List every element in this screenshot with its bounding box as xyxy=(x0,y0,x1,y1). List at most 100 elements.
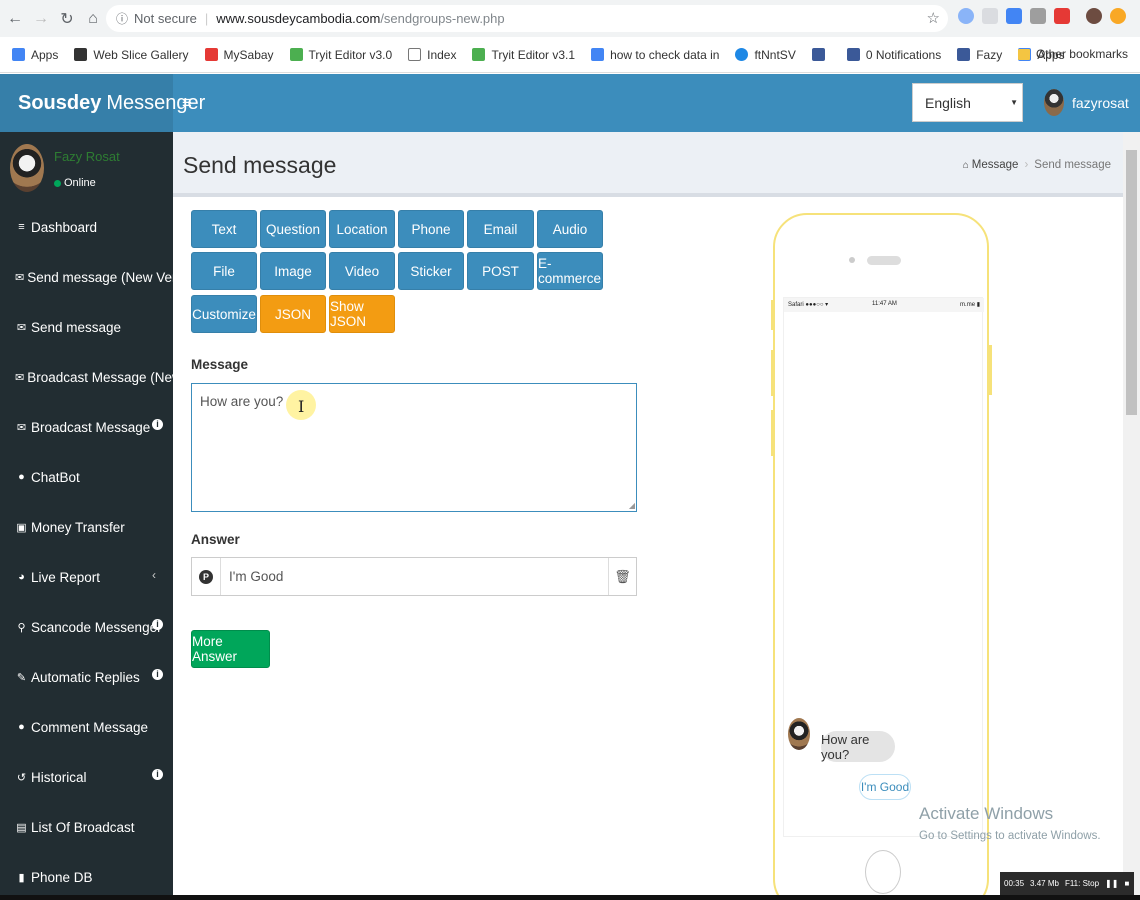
stop-icon[interactable]: ■ xyxy=(1124,879,1129,888)
envelope-icon: ✉ xyxy=(16,321,27,334)
sidebar-item-label: Automatic Replies xyxy=(31,669,140,685)
sidebar-item-list-of-broadcast[interactable]: ▤ List Of Broadcast xyxy=(0,802,173,852)
sidebar-item-broadcast[interactable]: ✉ Broadcast Message i xyxy=(0,402,173,452)
sidebar-item-scancode[interactable]: ⚲ Scancode Messenger i xyxy=(0,602,173,652)
sidebar-item-label: Dashboard xyxy=(31,219,98,235)
sidebar-item-send-message[interactable]: ✉ Send message xyxy=(0,302,173,352)
sidebar-item-label: Historical xyxy=(31,769,87,785)
bookmark-item[interactable]: Tryit Editor v3.1 xyxy=(472,48,575,62)
resize-grip-icon[interactable]: ◢ xyxy=(629,501,635,510)
update-icon[interactable] xyxy=(1110,8,1126,24)
type-button-video[interactable]: Video xyxy=(329,252,395,290)
message-textarea[interactable]: How are you? ◢ xyxy=(191,383,637,512)
sidebar-item-broadcast-new[interactable]: ✉Broadcast Message (New Vers xyxy=(0,352,173,402)
type-button-question[interactable]: Question xyxy=(260,210,326,248)
bookmark-label: ftNntSV xyxy=(754,47,796,62)
sidebar-item-automatic-replies[interactable]: ✎ Automatic Replies i xyxy=(0,652,173,702)
sidebar-item-money-transfer[interactable]: ▣ Money Transfer xyxy=(0,502,173,552)
address-bar[interactable]: ⓘ Not secure | www.sousdeycambodia.com /… xyxy=(106,5,948,32)
show-json-button[interactable]: Show JSON xyxy=(329,295,395,333)
list-icon: ▤ xyxy=(16,821,27,834)
avatar xyxy=(10,144,44,192)
phone-home-button xyxy=(865,850,901,894)
bookmark-star-icon[interactable]: ☆ xyxy=(927,9,940,27)
profile-avatar[interactable] xyxy=(1086,8,1102,24)
answer-input-group: P I'm Good 🗑 xyxy=(191,557,637,596)
sidebar-item-label: Broadcast Message (New Vers xyxy=(27,369,173,385)
bookmark-item[interactable] xyxy=(811,48,831,61)
reload-icon[interactable]: ↻ xyxy=(56,8,78,30)
quick-reply-button[interactable]: I'm Good xyxy=(859,774,911,800)
type-button-json[interactable]: JSON xyxy=(260,295,326,333)
app-logo[interactable]: Sousdey Messenger xyxy=(0,74,205,132)
message-label: Message xyxy=(191,357,249,372)
web-slice-icon xyxy=(74,48,88,61)
extension-icon[interactable] xyxy=(1030,8,1046,24)
pause-icon[interactable]: ❚❚ xyxy=(1105,879,1118,888)
info-icon[interactable]: ⓘ xyxy=(116,10,128,27)
taskbar-edge xyxy=(0,895,1140,900)
info-icon: i xyxy=(152,769,163,780)
phone-side-button xyxy=(771,350,774,396)
sidebar-item-dashboard[interactable]: ≡ Dashboard xyxy=(0,202,173,252)
recorder-time: 00:35 xyxy=(1004,879,1025,888)
type-button-ecommerce[interactable]: E-commerce xyxy=(537,252,603,290)
user-menu[interactable]: fazyrosat xyxy=(1044,89,1129,116)
type-button-customize[interactable]: Customize xyxy=(191,295,257,333)
other-bookmarks[interactable]: Other bookmarks xyxy=(1017,47,1128,61)
app-header: Sousdey Messenger ≡ English ▼ fazyrosat xyxy=(0,74,1140,132)
sidebar-item-comment-message[interactable]: ● Comment Message xyxy=(0,702,173,752)
bookmark-item[interactable]: how to check data in xyxy=(591,48,719,62)
scroll-thumb[interactable] xyxy=(1126,150,1137,415)
breadcrumb-home[interactable]: Message xyxy=(972,159,1019,171)
bookmark-item[interactable]: Index xyxy=(408,48,456,62)
text-cursor-icon: I xyxy=(298,397,305,416)
user-status: Online xyxy=(54,177,96,189)
phone-icon: ▮ xyxy=(18,871,25,884)
type-button-text[interactable]: Text xyxy=(191,210,257,248)
bookmark-item[interactable]: Web Slice Gallery xyxy=(74,48,189,62)
apps-grid-icon xyxy=(12,48,25,61)
type-button-image[interactable]: Image xyxy=(260,252,326,290)
home-icon[interactable]: ⌂ xyxy=(82,8,104,30)
bookmark-item[interactable]: ftNntSV xyxy=(735,47,796,62)
answer-input[interactable]: I'm Good xyxy=(221,558,608,595)
bookmark-label: Tryit Editor v3.0 xyxy=(308,47,393,62)
sidebar-item-chatbot[interactable]: ● ChatBot xyxy=(0,452,173,502)
mysabay-icon xyxy=(204,48,218,61)
more-answer-button[interactable]: More Answer xyxy=(191,630,270,668)
bookmark-item[interactable]: MySabay xyxy=(204,48,274,62)
phone-side-button xyxy=(771,410,774,456)
type-button-post[interactable]: POST xyxy=(467,252,534,290)
phone-side-button xyxy=(989,345,992,395)
user-panel: Fazy Rosat Online xyxy=(0,132,173,202)
menu-toggle-icon[interactable]: ≡ xyxy=(182,93,192,113)
sidebar-item-phone-db[interactable]: ▮ Phone DB xyxy=(0,852,173,900)
type-button-location[interactable]: Location xyxy=(329,210,395,248)
translate-icon[interactable] xyxy=(1006,8,1022,24)
bookmark-item[interactable]: Fazy xyxy=(957,48,1002,62)
extension-icon[interactable] xyxy=(1054,8,1070,24)
extension-icon[interactable] xyxy=(982,8,998,24)
type-button-email[interactable]: Email xyxy=(467,210,534,248)
type-button-file[interactable]: File xyxy=(191,252,257,290)
language-select[interactable]: English ▼ xyxy=(912,83,1023,122)
back-arrow-icon[interactable]: ← xyxy=(4,8,26,30)
extension-icon[interactable] xyxy=(958,8,974,24)
sidebar-item-send-message-new[interactable]: ✉Send message (New Version) xyxy=(0,252,173,302)
bookmark-item[interactable]: Apps xyxy=(12,48,58,62)
recorder-stop[interactable]: F11: Stop xyxy=(1065,879,1099,888)
type-button-sticker[interactable]: Sticker xyxy=(398,252,464,290)
dashboard-icon: ≡ xyxy=(18,221,25,233)
bookmark-item[interactable]: Tryit Editor v3.0 xyxy=(289,47,393,62)
type-button-phone[interactable]: Phone xyxy=(398,210,464,248)
bookmark-item[interactable]: 0 Notifications xyxy=(846,48,941,62)
info-icon: i xyxy=(152,669,163,680)
delete-answer-button[interactable]: 🗑 xyxy=(608,558,636,595)
chevron-left-icon: ‹ xyxy=(152,568,156,582)
sidebar-item-historical[interactable]: ↺ Historical i xyxy=(0,752,173,802)
forward-arrow-icon[interactable]: → xyxy=(30,8,52,30)
sidebar-item-live-report[interactable]: ◕ Live Report ‹ xyxy=(0,552,173,602)
page-scrollbar[interactable] xyxy=(1123,132,1140,900)
type-button-audio[interactable]: Audio xyxy=(537,210,603,248)
